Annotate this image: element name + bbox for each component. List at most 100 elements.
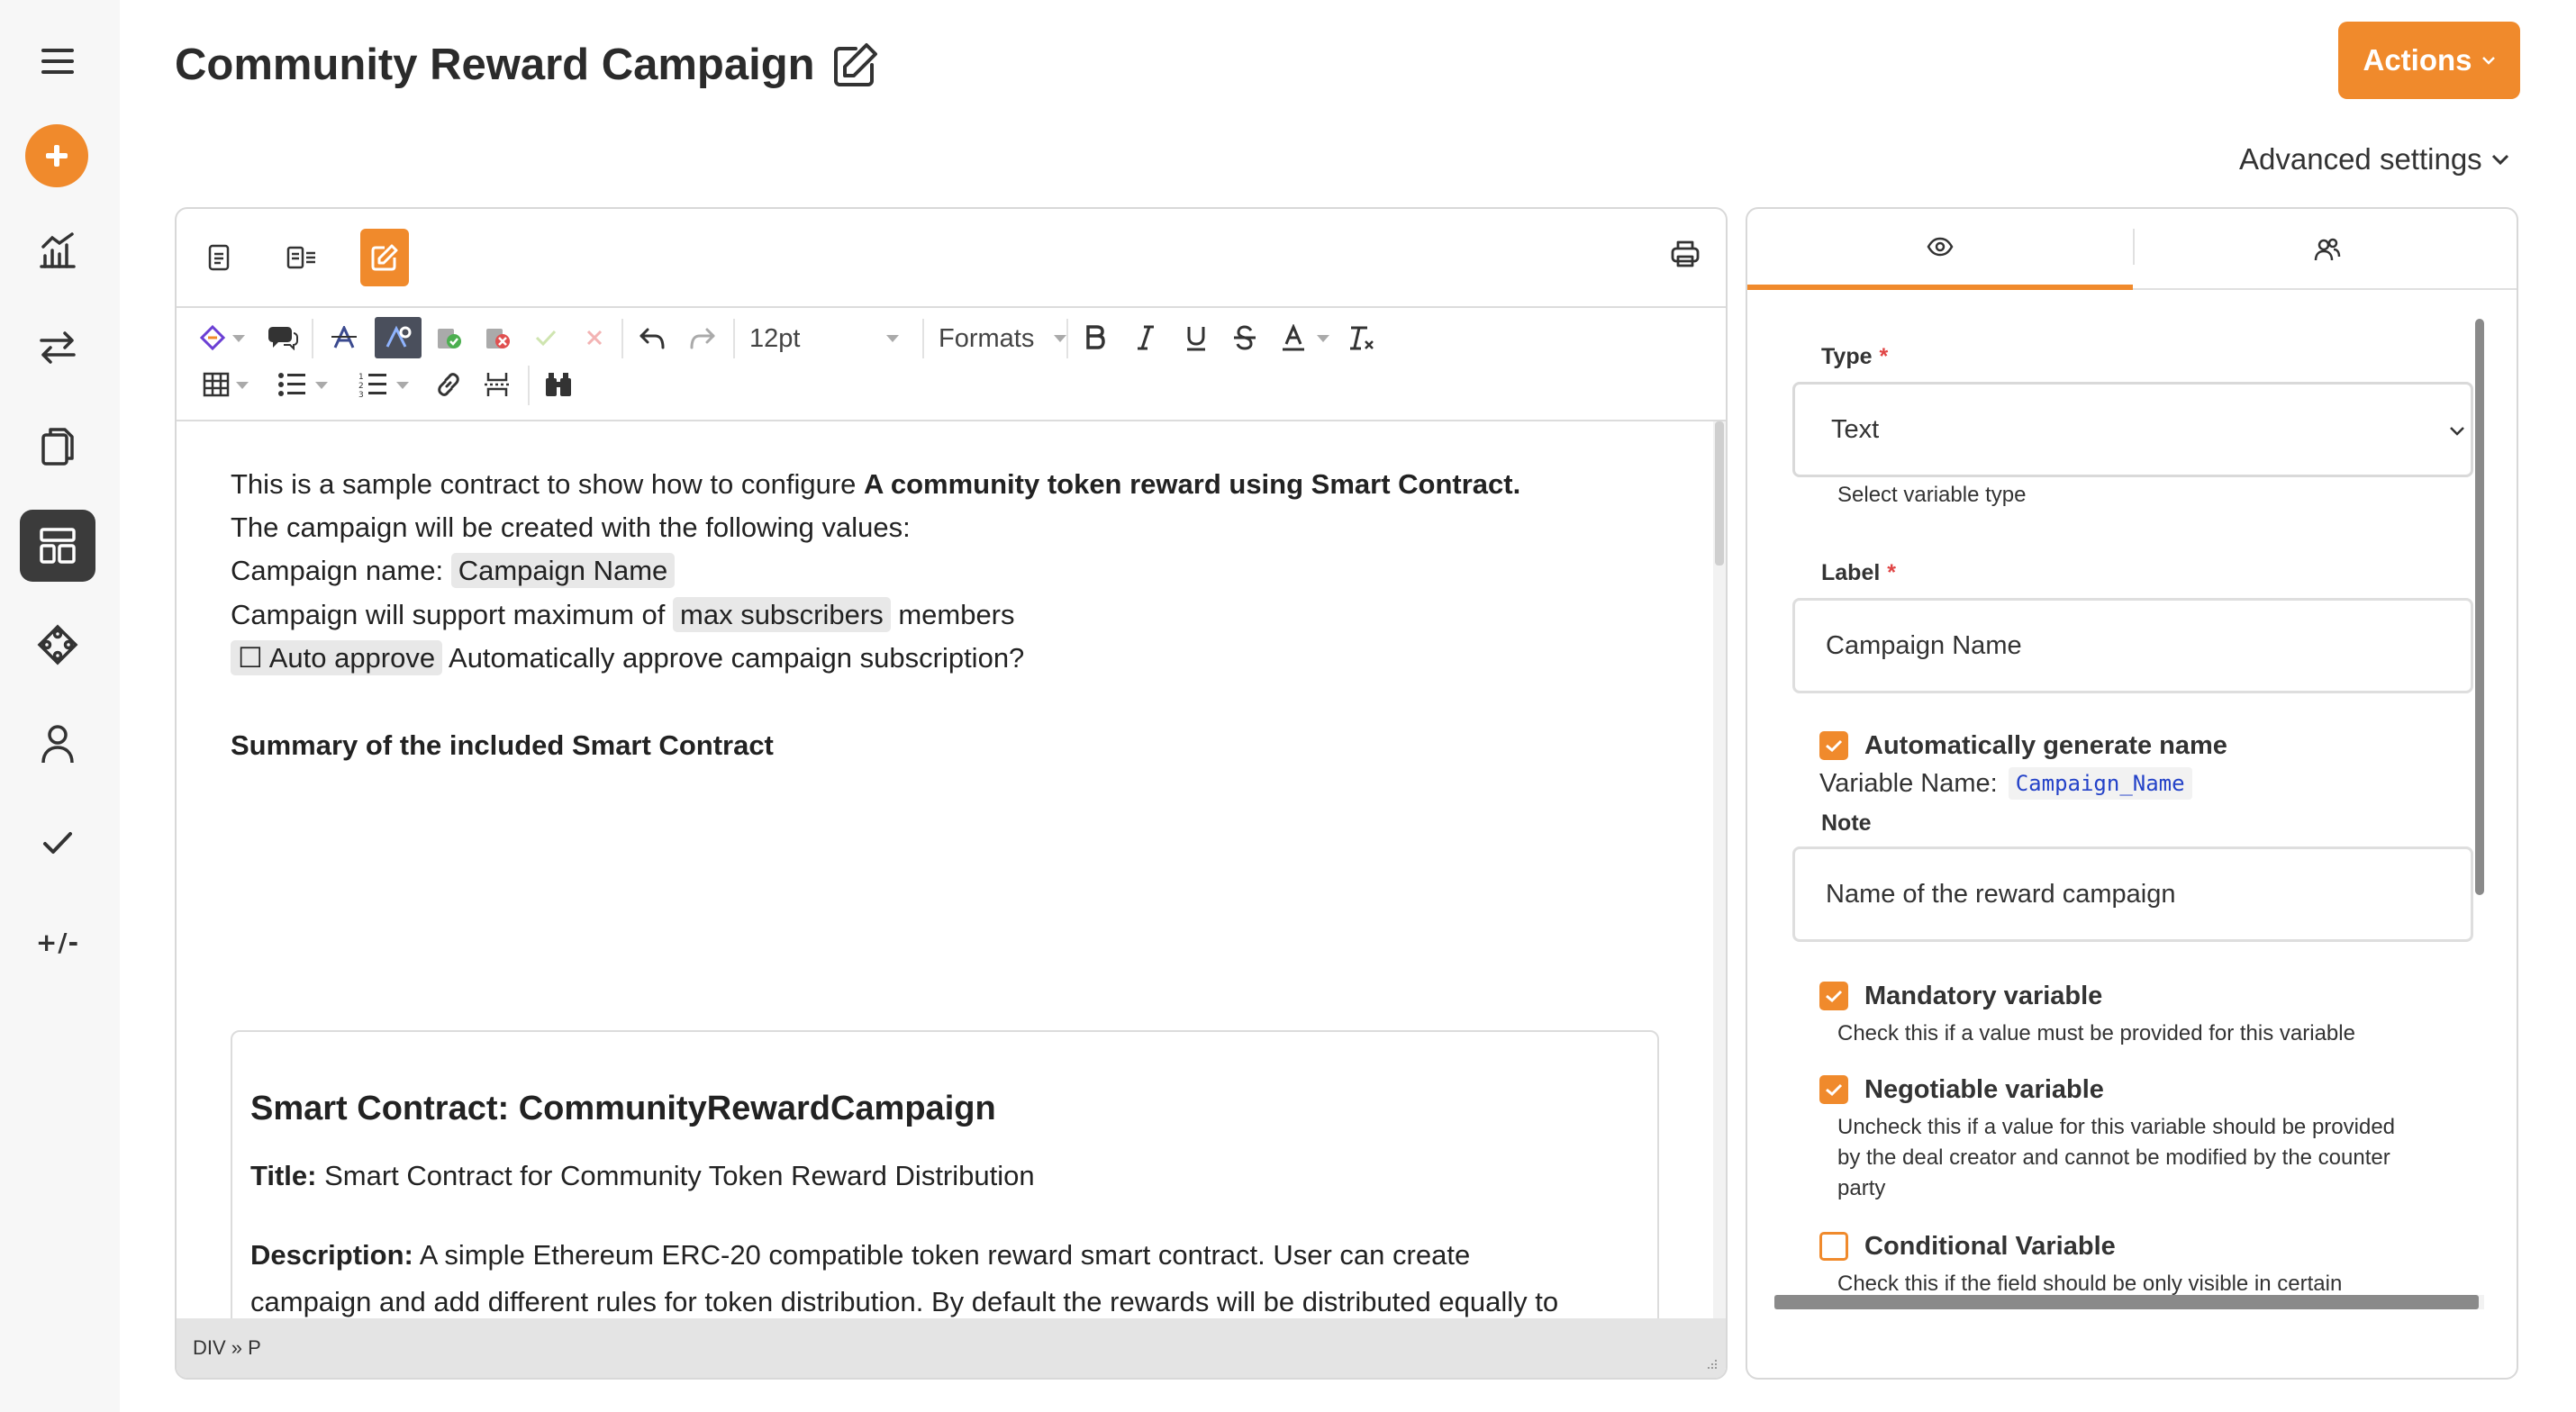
user-icon[interactable] <box>20 708 95 780</box>
show-changes-icon[interactable] <box>375 317 422 358</box>
chevron-down-icon <box>886 335 899 342</box>
editor-content[interactable]: This is a sample contract to show how to… <box>177 421 1719 1322</box>
panel-vertical-scrollbar[interactable] <box>2475 319 2484 1100</box>
editor-scrollbar[interactable] <box>1713 421 1726 1322</box>
svg-text:2: 2 <box>358 382 364 391</box>
reject-all-icon[interactable] <box>576 317 612 358</box>
auto-approve-variable[interactable]: ☐ Auto approve <box>231 640 443 675</box>
panel-tabs <box>1747 209 2517 290</box>
font-size-select[interactable]: 12pt <box>749 317 912 360</box>
chevron-down-icon <box>2450 427 2464 436</box>
element-path: DIV » P <box>193 1336 261 1359</box>
resize-handle-icon[interactable] <box>1702 1356 1719 1372</box>
edit-mode-button[interactable] <box>360 229 409 286</box>
add-button[interactable] <box>25 124 88 187</box>
panel-horizontal-scrollbar[interactable] <box>1774 1295 2484 1309</box>
variable-name-row: Variable Name: Campaign_Name <box>1819 767 2192 800</box>
max-subscribers-prefix: Campaign will support maximum of <box>231 599 674 630</box>
transfer-icon[interactable] <box>20 312 95 384</box>
description-label: Description: <box>250 1239 413 1271</box>
title-label: Title: <box>250 1160 317 1191</box>
conditional-label: Conditional Variable <box>1864 1232 2116 1261</box>
strikethrough-icon[interactable] <box>1227 317 1263 358</box>
mandatory-help: Check this if a value must be provided f… <box>1837 1021 2355 1045</box>
reject-change-icon[interactable] <box>479 317 515 358</box>
page-break-icon[interactable] <box>479 364 515 405</box>
auto-name-checkbox[interactable] <box>1819 731 1848 760</box>
tab-participants[interactable] <box>2135 209 2517 290</box>
table-icon[interactable] <box>200 364 232 405</box>
find-replace-icon[interactable] <box>540 364 576 405</box>
link-icon[interactable] <box>431 364 467 405</box>
auto-name-label: Automatically generate name <box>1864 731 2227 760</box>
analytics-icon[interactable] <box>20 214 95 286</box>
chevron-down-icon <box>2491 154 2508 165</box>
view-fields-button[interactable] <box>277 229 326 286</box>
plus-minus-label: +/- <box>35 927 80 957</box>
font-size-value: 12pt <box>749 323 801 353</box>
title-value: Smart Contract for Community Token Rewar… <box>316 1160 1035 1191</box>
smart-contract-description: Description: A simple Ethereum ERC-20 co… <box>250 1237 1470 1273</box>
note-input[interactable]: Name of the reward campaign <box>1792 846 2473 942</box>
required-marker: * <box>1887 560 1897 585</box>
bold-icon[interactable] <box>1077 317 1113 358</box>
plus-icon <box>46 145 68 167</box>
svg-text:1: 1 <box>358 373 364 382</box>
bullet-list-icon[interactable] <box>276 364 308 405</box>
tab-preview[interactable] <box>1747 209 2133 290</box>
integrations-icon[interactable] <box>20 609 95 681</box>
dashboard-icon[interactable] <box>20 510 95 582</box>
auto-approve-paragraph: ☐ Auto approve Automatically approve cam… <box>231 640 1024 676</box>
intro-text: This is a sample contract to show how to… <box>231 468 864 500</box>
checkmark-icon <box>1826 1083 1843 1097</box>
view-document-button[interactable] <box>195 229 243 286</box>
accept-all-icon[interactable] <box>528 317 564 358</box>
variable-settings-panel: Type * Text Select variable type Label * C… <box>1746 207 2518 1380</box>
comments-icon[interactable] <box>265 317 301 358</box>
actions-button[interactable]: Actions <box>2338 22 2520 99</box>
note-label: Note <box>1821 810 1872 836</box>
type-select[interactable]: Text <box>1792 382 2473 477</box>
document-fields-icon <box>286 246 315 269</box>
insert-variable-icon[interactable] <box>196 317 229 358</box>
underline-icon[interactable] <box>1178 317 1214 358</box>
intro-paragraph: This is a sample contract to show how to… <box>231 466 1520 502</box>
menu-icon[interactable] <box>20 25 95 97</box>
label-input[interactable]: Campaign Name <box>1792 598 2473 693</box>
conditional-checkbox[interactable] <box>1819 1232 1848 1261</box>
type-label: Type * <box>1821 344 1888 370</box>
undo-icon[interactable] <box>634 317 670 358</box>
accept-change-icon[interactable] <box>431 317 467 358</box>
redo-icon[interactable] <box>685 317 721 358</box>
text-color-icon[interactable] <box>1275 317 1311 358</box>
type-label-text: Type <box>1821 344 1873 369</box>
track-changes-icon[interactable] <box>326 317 362 358</box>
auto-approve-text: Automatically approve campaign subscript… <box>442 642 1025 674</box>
documents-icon[interactable] <box>20 411 95 483</box>
label-label-text: Label <box>1821 560 1881 585</box>
max-subscribers-variable[interactable]: max subscribers <box>673 597 891 632</box>
edit-title-icon[interactable] <box>832 41 879 88</box>
checkmark-icon <box>1826 990 1843 1003</box>
print-icon[interactable] <box>1670 240 1701 268</box>
italic-icon[interactable] <box>1128 317 1164 358</box>
check-icon[interactable] <box>20 807 95 879</box>
formats-dropdown[interactable]: Formats <box>939 317 1066 360</box>
advanced-settings-toggle[interactable]: Advanced settings <box>2239 142 2509 176</box>
mandatory-label: Mandatory variable <box>1864 982 2103 1010</box>
page-title: Community Reward Campaign <box>175 41 815 89</box>
mandatory-checkbox[interactable] <box>1819 982 1848 1010</box>
numbered-list-icon[interactable]: 123 <box>357 364 389 405</box>
label-value: Campaign Name <box>1826 630 2022 660</box>
required-marker: * <box>1879 344 1889 369</box>
smart-contract-description-line2: campaign and add different rules for tok… <box>250 1286 1559 1317</box>
campaign-name-paragraph: Campaign name: Campaign Name <box>231 553 676 589</box>
advanced-settings-label: Advanced settings <box>2239 142 2482 176</box>
plus-minus-item[interactable]: +/- <box>20 906 95 978</box>
negotiable-checkbox[interactable] <box>1819 1075 1848 1104</box>
campaign-name-variable[interactable]: Campaign Name <box>450 553 676 588</box>
chevron-down-icon <box>2481 57 2495 65</box>
negotiable-help-line3: party <box>1837 1176 1886 1200</box>
clear-formatting-icon[interactable] <box>1344 317 1380 358</box>
negotiable-help-line2: by the deal creator and cannot be modifi… <box>1837 1145 2390 1170</box>
